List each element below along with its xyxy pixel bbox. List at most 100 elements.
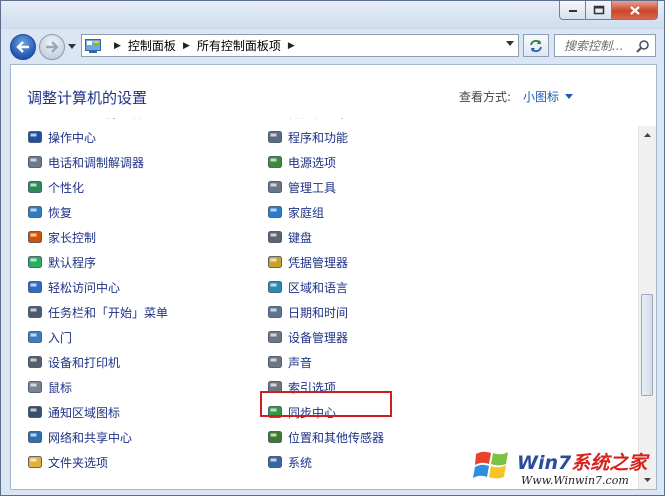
control-panel-item-label: 家长控制 bbox=[48, 230, 97, 245]
control-panel-item[interactable]: 管理工具 bbox=[267, 177, 336, 197]
control-panel-item[interactable]: 文件夹选项 bbox=[27, 452, 108, 472]
address-history-chevron-icon[interactable] bbox=[506, 41, 514, 46]
minimize-icon bbox=[568, 10, 577, 12]
maximize-icon bbox=[593, 5, 604, 15]
ease-of-access-icon bbox=[28, 281, 42, 293]
control-panel-item[interactable]: 设备管理器 bbox=[267, 327, 348, 347]
control-panel-item-label: 设备和打印机 bbox=[48, 355, 121, 370]
search-placeholder: 搜索控制... bbox=[564, 39, 624, 53]
breadcrumb-separator[interactable]: ▶ bbox=[114, 41, 121, 51]
control-panel-item[interactable]: 电话和调制解调器 bbox=[27, 152, 144, 172]
forward-arrow-icon bbox=[46, 41, 59, 53]
breadcrumb-all-items[interactable]: 所有控制面板项 bbox=[197, 37, 281, 54]
control-panel-item-label: 恢复 bbox=[48, 205, 73, 220]
navigation-bar: ▶ 控制面板 ▶ 所有控制面板项 ▶ 搜索控制... bbox=[1, 29, 664, 63]
control-panel-item[interactable]: 操作中心 bbox=[27, 127, 96, 147]
search-icon[interactable] bbox=[636, 39, 650, 53]
highlight-box bbox=[260, 391, 392, 417]
control-panel-item[interactable]: 轻松访问中心 bbox=[27, 277, 120, 297]
sensor-icon bbox=[268, 431, 282, 443]
control-panel-item-label: 操作中心 bbox=[48, 130, 97, 145]
control-panel-item-label: 任务栏和「开始」菜单 bbox=[48, 305, 169, 320]
address-bar[interactable]: ▶ 控制面板 ▶ 所有控制面板项 ▶ bbox=[81, 34, 519, 57]
watermark: Win7系统之家 Www.Winwin7.com bbox=[469, 442, 659, 492]
control-panel-item[interactable]: 区域和语言 bbox=[267, 277, 348, 297]
control-panel-item[interactable]: 通知区域图标 bbox=[27, 402, 120, 422]
getting-started-icon bbox=[28, 331, 42, 343]
chevron-down-icon bbox=[68, 43, 76, 49]
watermark-title: Win7系统之家 bbox=[517, 448, 647, 475]
control-panel-item-label: 电话和调制解调器 bbox=[48, 155, 145, 170]
title-bar[interactable] bbox=[1, 1, 664, 29]
back-button[interactable] bbox=[10, 34, 36, 60]
default-programs-icon bbox=[28, 256, 42, 268]
control-panel-item-label: 系统 bbox=[288, 455, 313, 470]
clock-icon bbox=[268, 306, 282, 318]
back-arrow-icon bbox=[16, 41, 29, 53]
control-panel-item[interactable]: 家庭组 bbox=[267, 202, 324, 222]
forward-button[interactable] bbox=[39, 34, 65, 60]
keyboard-icon bbox=[268, 231, 282, 243]
folder-icon bbox=[28, 456, 42, 468]
control-panel-item[interactable]: 个性化 bbox=[27, 177, 84, 197]
control-panel-item-label: 入门 bbox=[48, 330, 73, 345]
control-panel-item[interactable]: 任务栏和「开始」菜单 bbox=[27, 302, 168, 322]
scrollbar-thumb[interactable] bbox=[641, 294, 653, 396]
content-header: 调整计算机的设置 查看方式: 小图标 bbox=[11, 65, 656, 125]
control-panel-item[interactable]: 默认程序 bbox=[27, 252, 96, 272]
control-panel-item[interactable]: 日期和时间 bbox=[267, 302, 348, 322]
breadcrumb-control-panel[interactable]: 控制面板 bbox=[128, 37, 176, 54]
phone-modem-icon bbox=[28, 156, 42, 168]
mouse-icon bbox=[28, 381, 42, 393]
content-pane: 调整计算机的设置 查看方式: 小图标 Windows 防火墙操作中心电话和调制解… bbox=[10, 64, 657, 490]
backup-icon bbox=[267, 118, 283, 120]
control-panel-item[interactable]: 网络和共享中心 bbox=[27, 427, 132, 447]
page-title: 调整计算机的设置 bbox=[27, 89, 148, 107]
programs-icon bbox=[268, 131, 282, 143]
close-icon bbox=[629, 5, 640, 15]
search-input[interactable]: 搜索控制... bbox=[554, 34, 656, 57]
control-panel-item-label: 声音 bbox=[288, 355, 313, 370]
maximize-button[interactable] bbox=[586, 1, 612, 20]
control-panel-item-label: 通知区域图标 bbox=[48, 405, 121, 420]
control-panel-item-label: 备份和还原 bbox=[288, 118, 348, 121]
close-button[interactable] bbox=[612, 1, 658, 20]
scroll-up-button[interactable] bbox=[640, 127, 655, 143]
network-icon bbox=[28, 431, 42, 443]
power-icon bbox=[268, 156, 282, 168]
control-panel-item[interactable]: 恢复 bbox=[27, 202, 72, 222]
windows-logo-icon bbox=[473, 451, 508, 479]
vertical-scrollbar[interactable] bbox=[638, 126, 656, 489]
control-panel-item[interactable]: 家长控制 bbox=[27, 227, 96, 247]
control-panel-item[interactable]: 设备和打印机 bbox=[27, 352, 120, 372]
control-panel-item[interactable]: 程序和功能 bbox=[267, 127, 348, 147]
breadcrumb-separator[interactable]: ▶ bbox=[183, 41, 190, 51]
refresh-button[interactable] bbox=[523, 34, 549, 57]
control-panel-item-label: 凭据管理器 bbox=[288, 255, 349, 270]
control-panel-item[interactable]: 电源选项 bbox=[267, 152, 336, 172]
control-panel-item-label: 设备管理器 bbox=[288, 330, 349, 345]
control-panel-item[interactable]: 位置和其他传感器 bbox=[267, 427, 384, 447]
view-by-dropdown[interactable]: 小图标 bbox=[523, 88, 574, 105]
control-panel-icon bbox=[85, 38, 101, 53]
control-panel-item-label: 位置和其他传感器 bbox=[288, 430, 385, 445]
flag-icon bbox=[28, 131, 42, 143]
control-panel-item[interactable]: Windows 防火墙 bbox=[27, 118, 141, 122]
control-panel-item[interactable]: 声音 bbox=[267, 352, 312, 372]
control-panel-item-label: 轻松访问中心 bbox=[48, 280, 121, 295]
control-panel-item[interactable]: 备份和还原 bbox=[267, 118, 348, 122]
control-panel-item[interactable]: 鼠标 bbox=[27, 377, 72, 397]
control-panel-item-label: 个性化 bbox=[48, 180, 85, 195]
control-panel-item[interactable]: 入门 bbox=[27, 327, 72, 347]
sound-icon bbox=[268, 356, 282, 368]
control-panel-item[interactable]: 系统 bbox=[267, 452, 312, 472]
control-panel-item[interactable]: 凭据管理器 bbox=[267, 252, 348, 272]
parental-control-icon bbox=[28, 231, 42, 243]
recent-pages-dropdown[interactable] bbox=[67, 41, 77, 51]
minimize-button[interactable] bbox=[559, 1, 586, 20]
refresh-icon bbox=[530, 39, 542, 52]
control-panel-item[interactable]: 键盘 bbox=[267, 227, 312, 247]
breadcrumb-separator[interactable]: ▶ bbox=[288, 41, 295, 51]
control-panel-items: Windows 防火墙操作中心电话和调制解调器个性化恢复家长控制默认程序轻松访问… bbox=[11, 118, 639, 489]
personalization-icon bbox=[28, 181, 42, 193]
